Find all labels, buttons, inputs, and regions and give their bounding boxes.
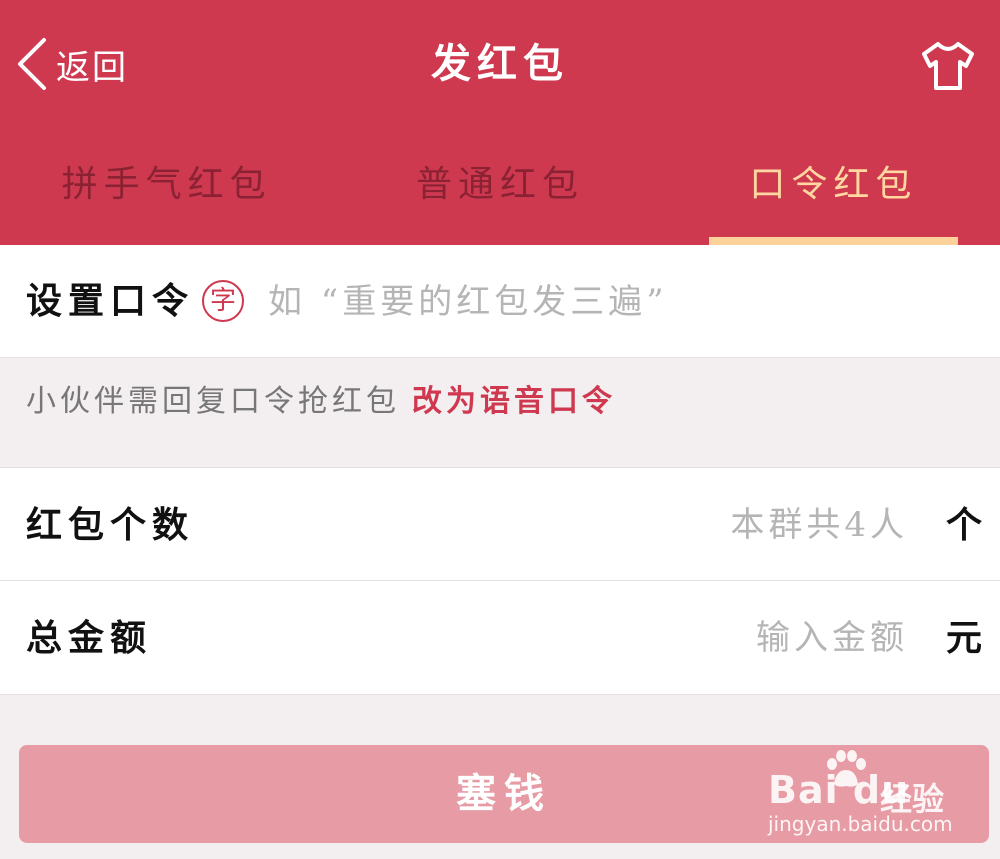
shirt-icon[interactable] [920,38,976,94]
total-amount-unit: 元 [945,617,982,659]
submit-money-button[interactable]: 塞钱 [19,745,989,843]
switch-voice-command-link[interactable]: 改为语音口令 [412,384,616,419]
command-label: 设置口令 [26,280,195,322]
command-row: 设置口令 字 [0,245,1000,358]
command-hint: 小伙伴需回复口令抢红包 改为语音口令 [26,376,616,420]
packet-count-input[interactable] [488,492,908,558]
total-amount-input[interactable] [488,605,908,671]
tab-normal-packet[interactable]: 普通红包 [333,150,666,245]
total-amount-row: 总金额 元 [0,581,1000,695]
packet-count-label: 红包个数 [26,504,195,546]
command-input[interactable] [268,269,968,335]
page-title: 发红包 [431,40,569,87]
tab-lucky-packet[interactable]: 拼手气红包 [0,150,333,245]
nav-header: 返回 发红包 拼手气红包 普通红包 口令红包 [0,0,1000,245]
text-mode-icon[interactable]: 字 [202,280,244,322]
tab-bar: 拼手气红包 普通红包 口令红包 [0,150,1000,245]
packet-count-unit: 个 [945,504,982,546]
tab-password-packet[interactable]: 口令红包 [667,150,1000,245]
total-amount-label: 总金额 [26,617,153,659]
hint-text: 小伙伴需回复口令抢红包 [26,384,400,419]
packet-count-row: 红包个数 个 [0,467,1000,581]
